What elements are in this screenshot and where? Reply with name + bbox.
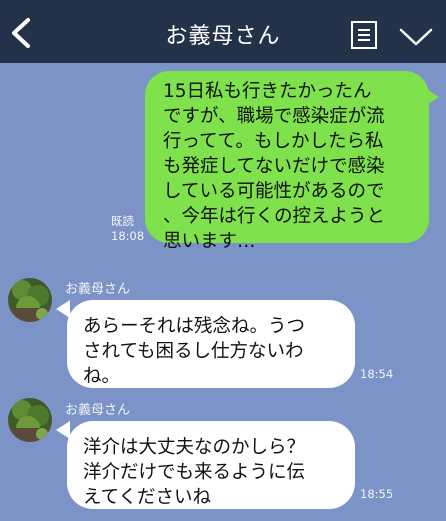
read-receipt: 既読: [111, 214, 134, 228]
outgoing-message-bubble[interactable]: 15日私も行きたかったん ですが、職場で感染症が流 行ってて。もしかしたら私 も…: [145, 71, 429, 252]
message-time: 18:08: [111, 229, 145, 243]
message-line: 洋介だけでも来るように伝: [83, 462, 306, 483]
avatar-image: [8, 278, 52, 322]
chat-header: お義母さん: [0, 0, 446, 63]
avatar[interactable]: [8, 398, 52, 442]
message-line: している可能性があるので: [163, 181, 385, 202]
message-line: ね。: [83, 366, 121, 387]
chevron-down-icon[interactable]: [398, 22, 434, 50]
message-line: 思います…: [163, 231, 256, 252]
incoming-message-bubble[interactable]: 洋介は大丈夫なのかしら？ 洋介だけでも来るように伝 えてくださいね: [67, 421, 355, 509]
message-line: ですが、職場で感染症が流: [163, 106, 385, 127]
avatar-image: [8, 398, 52, 442]
message-line: 15日私も行きたかったん: [163, 81, 372, 102]
avatar[interactable]: [8, 278, 52, 322]
message-line: 行ってて。もしかしたら私: [163, 131, 384, 152]
message-line: も発症してないだけで感染: [163, 156, 385, 177]
message-time: 18:55: [360, 487, 394, 501]
message-line: されても困るし仕方ないわ: [83, 341, 304, 362]
message-line: 洋介は大丈夫なのかしら？: [83, 437, 306, 458]
sender-name: お義母さん: [65, 282, 131, 297]
incoming-message-bubble[interactable]: あらーそれは残念ね。うつ されても困るし仕方ないわ ね。: [67, 300, 355, 388]
message-line: あらーそれは残念ね。うつ: [83, 316, 306, 337]
chat-title: お義母さん: [165, 24, 281, 49]
message-line: 、今年は行くの控えようと: [163, 206, 386, 227]
sender-name: お義母さん: [65, 403, 131, 418]
message-time: 18:54: [360, 367, 394, 381]
note-icon[interactable]: [350, 20, 378, 50]
message-line: えてくださいね: [83, 487, 212, 508]
